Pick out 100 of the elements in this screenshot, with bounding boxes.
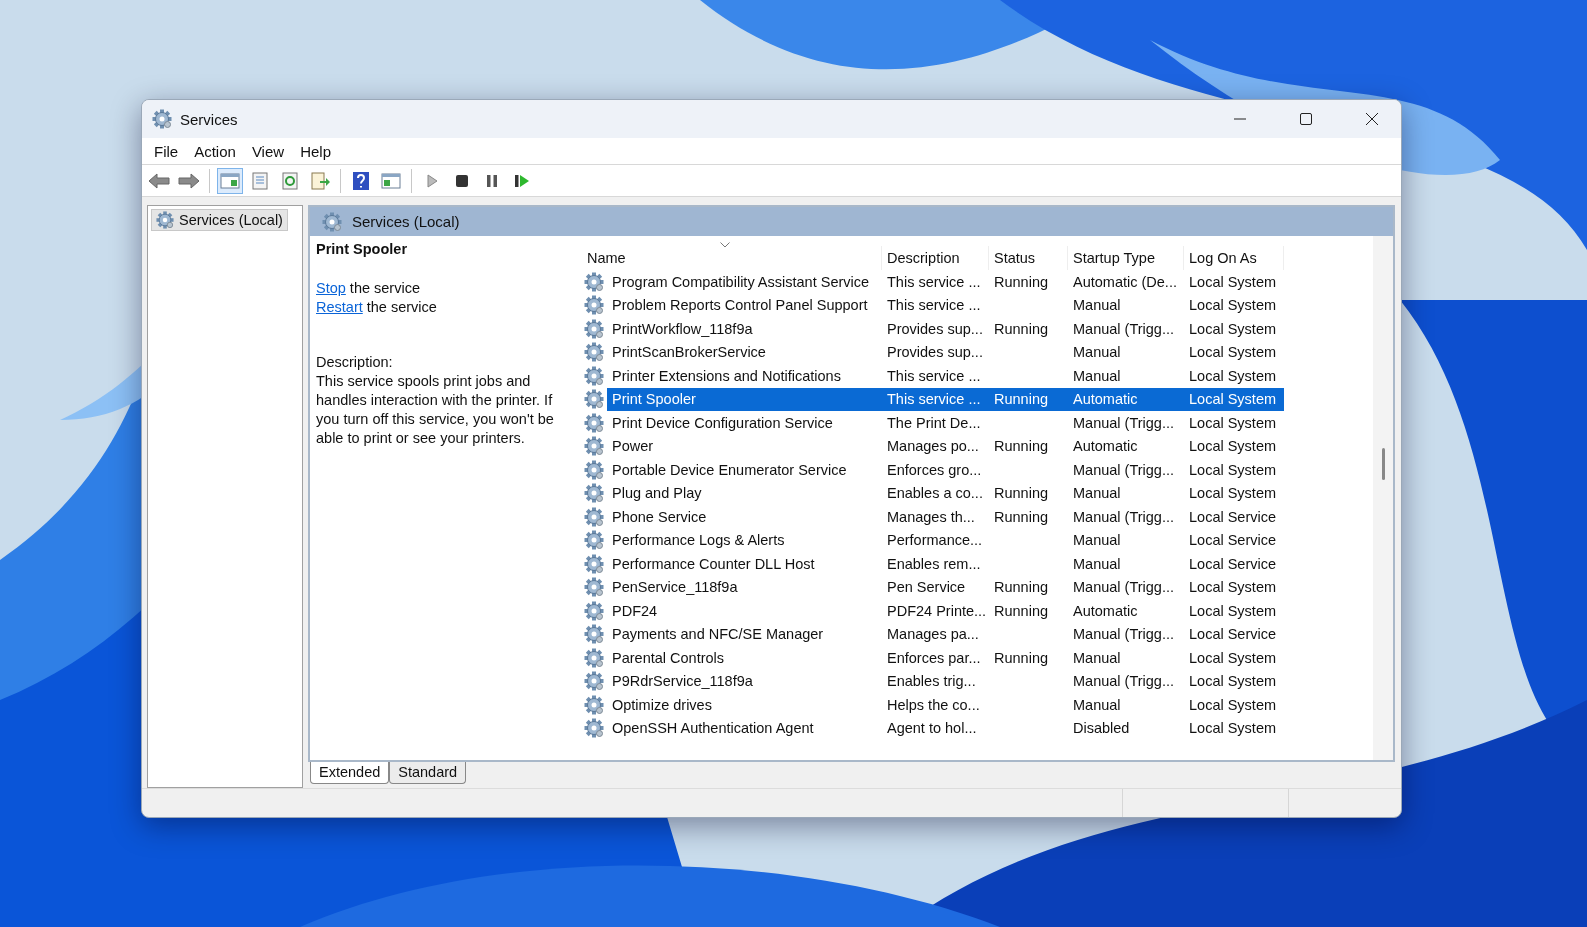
table-cell[interactable]: Phone Service [607, 505, 882, 529]
gear-icon [584, 718, 604, 739]
gear-icon [584, 506, 604, 527]
table-cell-text: Local System [1188, 272, 1278, 292]
table-cell-text: Manual (Trigg... [1072, 625, 1175, 645]
table-cell[interactable]: Problem Reports Control Panel Support [607, 293, 882, 317]
table-cell-text: Agent to hol... [886, 719, 978, 739]
column-header[interactable]: Description [882, 246, 989, 270]
action-link[interactable]: Stop [316, 280, 346, 296]
column-header[interactable]: Startup Type [1068, 246, 1184, 270]
tree-item[interactable]: Services (Local) [151, 209, 288, 231]
table-cell[interactable]: PrintScanBrokerService [607, 340, 882, 364]
table-cell-text: Enforces gro... [886, 460, 983, 480]
table-cell[interactable]: Printer Extensions and Notifications [607, 364, 882, 388]
table-cell-text: Performance... [886, 531, 984, 551]
view-tab[interactable]: Extended [310, 762, 390, 784]
table-cell[interactable]: Plug and Play [607, 481, 882, 505]
gear-icon [584, 459, 604, 480]
table-cell[interactable]: Performance Logs & Alerts [607, 528, 882, 552]
table-cell[interactable]: Payments and NFC/SE Manager [607, 622, 882, 646]
maximize-icon [1300, 113, 1312, 125]
table-cell: This service ... [882, 387, 989, 411]
close-icon [1366, 113, 1378, 125]
table-cell[interactable]: Performance Counter DLL Host [607, 552, 882, 576]
menu-item[interactable]: Action [186, 140, 244, 162]
table-cell[interactable]: OpenSSH Authentication Agent [607, 716, 882, 740]
table-cell-text: Manual (Trigg... [1072, 672, 1175, 692]
pane-icon [220, 171, 240, 190]
table-cell-text: Local Service [1188, 554, 1278, 574]
gear-icon [584, 436, 604, 457]
menu-item[interactable]: View [243, 140, 293, 162]
scrollbar[interactable] [1373, 236, 1393, 760]
export-icon [310, 171, 330, 190]
table-cell-text: Manual (Trigg... [1072, 507, 1175, 527]
gear-icon [322, 211, 342, 232]
gear-icon [584, 600, 604, 621]
table-cell-text: Local Service [1188, 507, 1278, 527]
table-cell-text: Manual (Trigg... [1072, 413, 1175, 433]
gear-icon [156, 211, 174, 229]
table-cell-text: Manual [1072, 695, 1122, 715]
table-cell-text: Enables a co... [886, 484, 984, 504]
table-cell-text: Enforces par... [886, 648, 982, 668]
table-cell-text: Automatic [1072, 601, 1139, 621]
table-cell-text: Helps the co... [886, 695, 981, 715]
table-cell-text: Running [993, 578, 1049, 598]
gear-icon [584, 342, 604, 363]
console-tree-button[interactable] [217, 167, 243, 194]
table-cell-text: This service ... [886, 366, 982, 386]
gear-icon [584, 694, 604, 715]
table-cell-text: Local Service [1188, 625, 1278, 645]
column-header[interactable]: Log On As [1184, 246, 1284, 270]
table-cell: Local System [1184, 387, 1284, 411]
table-cell-text: Manual (Trigg... [1072, 319, 1175, 339]
table-cell-text: Manual [1072, 296, 1122, 316]
table-cell-text: Local Service [1188, 531, 1278, 551]
table-cell-text: Disabled [1072, 719, 1131, 739]
table-cell-text: Running [993, 601, 1049, 621]
table-cell[interactable]: PenService_118f9a [607, 575, 882, 599]
action-link[interactable]: Restart [316, 299, 363, 315]
table-cell-text: Manual [1072, 531, 1122, 551]
table-cell[interactable]: Portable Device Enumerator Service [607, 458, 882, 482]
menu-item[interactable]: Help [292, 140, 339, 162]
table-cell[interactable]: Program Compatibility Assistant Service [607, 270, 882, 294]
table-cell[interactable]: Print Device Configuration Service [607, 411, 882, 435]
table-cell[interactable]: P9RdrService_118f9a [607, 669, 882, 693]
menu-item[interactable]: File [146, 140, 187, 162]
table-cell-text: Local System [1188, 648, 1278, 668]
gear-icon [584, 624, 604, 645]
table-cell-text: Local System [1188, 719, 1278, 739]
table-cell-text: Manual [1072, 554, 1122, 574]
table-cell-text: Local System [1188, 695, 1278, 715]
gear-icon [152, 109, 172, 129]
table-cell-text: Manual [1072, 343, 1122, 363]
table-cell-text: Running [993, 648, 1049, 668]
table-cell-text: Manual [1072, 366, 1122, 386]
gear-icon [584, 483, 604, 504]
table-cell[interactable]: Print Spooler [607, 387, 882, 411]
table-cell-text: Manages po... [886, 437, 980, 457]
table-cell-text: Automatic [1072, 437, 1139, 457]
table-cell[interactable]: Parental Controls [607, 646, 882, 670]
stop-icon [455, 173, 469, 188]
table-cell: Running [989, 387, 1068, 411]
table-cell-text: Running [993, 484, 1049, 504]
table-cell[interactable]: PrintWorkflow_118f9a [607, 317, 882, 341]
pane-icon [381, 171, 401, 190]
table-cell-text: Enables rem... [886, 554, 982, 574]
table-cell[interactable]: PDF24 [607, 599, 882, 623]
table-cell[interactable]: Power [607, 434, 882, 458]
view-tab[interactable]: Standard [389, 762, 467, 784]
column-header[interactable]: Status [989, 246, 1068, 270]
column-header[interactable]: Name [582, 246, 882, 270]
scroll-thumb[interactable] [1381, 448, 1385, 480]
pause-icon [486, 173, 498, 188]
help-icon [352, 170, 370, 191]
table-cell[interactable]: Optimize drives [607, 693, 882, 717]
description-text: This service spools print jobs and handles interaction with the printer. If you turn off this service, you won't be able to print or see your printers. [316, 372, 555, 448]
table-cell: Automatic [1068, 387, 1184, 411]
gear-icon [584, 295, 604, 316]
table-cell-text: Automatic (De... [1072, 272, 1178, 292]
table-cell-text: Local System [1188, 366, 1278, 386]
